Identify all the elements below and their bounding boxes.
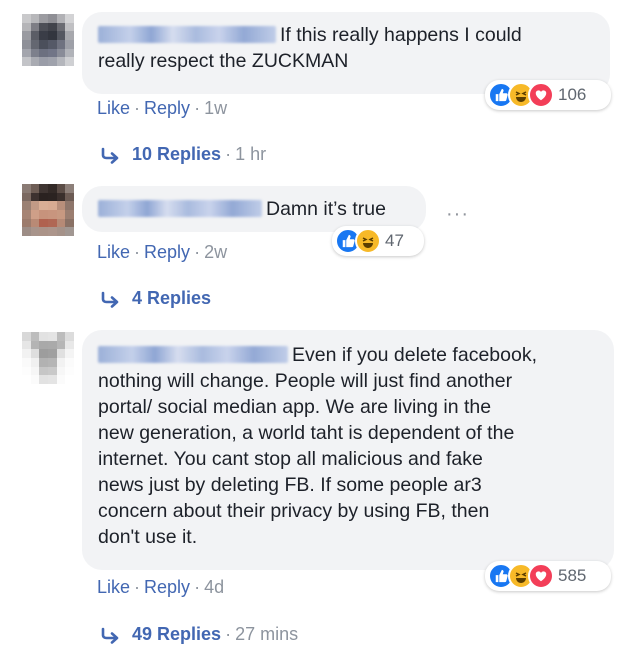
reply-link[interactable]: Reply <box>144 242 190 262</box>
like-link[interactable]: Like <box>97 577 130 597</box>
comment-actions: Like · Reply · 1w <box>97 98 227 119</box>
comment-bubble: Even if you delete facebook, nothing wil… <box>82 330 614 570</box>
comment-age[interactable]: 1w <box>204 98 227 118</box>
reply-arrow-icon <box>101 147 119 164</box>
reaction-count: 47 <box>385 231 404 250</box>
comment-text-line: new generation, a world taht is dependen… <box>98 422 515 444</box>
more-options-icon[interactable]: ··· <box>446 203 469 226</box>
comment-text-line: nothing will change. People will just fi… <box>98 370 513 392</box>
reply-arrow-icon <box>101 627 119 644</box>
separator: · <box>134 98 141 118</box>
comment-age[interactable]: 2w <box>204 242 227 262</box>
avatar[interactable] <box>22 14 74 66</box>
love-icon <box>528 563 554 589</box>
haha-icon <box>355 228 381 254</box>
comment-text-line: news just by deleting FB. If some people… <box>98 474 482 496</box>
separator: · <box>194 242 201 262</box>
like-link[interactable]: Like <box>97 98 130 118</box>
reaction-summary[interactable]: 47 <box>332 226 424 256</box>
comment-text: Damn it’s true <box>266 198 386 220</box>
separator: · <box>134 577 141 597</box>
separator: · <box>194 577 201 597</box>
avatar[interactable] <box>22 184 74 236</box>
replies-count[interactable]: 10 Replies <box>132 144 221 165</box>
avatar[interactable] <box>22 332 74 384</box>
author-name[interactable] <box>98 346 288 363</box>
comment-actions: Like · Reply · 2w <box>97 242 227 263</box>
like-link[interactable]: Like <box>97 242 130 262</box>
replies-time: 27 mins <box>235 624 299 644</box>
reply-link[interactable]: Reply <box>144 577 190 597</box>
separator: · <box>134 242 141 262</box>
replies-count[interactable]: 49 Replies <box>132 624 221 645</box>
comment-text-line: internet. You cant stop all malicious an… <box>98 448 483 470</box>
reaction-summary[interactable]: 106 <box>485 80 611 110</box>
view-replies-link[interactable]: 49 Replies · 27 mins <box>100 624 298 645</box>
reply-link[interactable]: Reply <box>144 98 190 118</box>
view-replies-link[interactable]: 4 Replies <box>100 288 211 309</box>
comment-actions: Like · Reply · 4d <box>97 577 224 598</box>
comment-text-line: don't use it. <box>98 526 198 548</box>
separator: · <box>194 98 201 118</box>
separator: · <box>225 624 232 644</box>
view-replies-link[interactable]: 10 Replies · 1 hr <box>100 144 266 165</box>
replies-time: 1 hr <box>235 144 267 164</box>
comment-text-line: concern about their privacy by using FB,… <box>98 500 490 522</box>
comment-text: If this really happens I could <box>98 22 594 48</box>
comment-age[interactable]: 4d <box>204 577 224 597</box>
replies-count[interactable]: 4 Replies <box>132 288 211 309</box>
love-icon <box>528 82 554 108</box>
reaction-count: 106 <box>558 85 587 104</box>
reply-arrow-icon <box>101 291 119 308</box>
comment-text-line: portal/ social median app. We are living… <box>98 396 492 418</box>
author-name[interactable] <box>98 26 276 43</box>
reaction-summary[interactable]: 585 <box>485 561 611 591</box>
reaction-count: 585 <box>558 566 587 585</box>
separator: · <box>225 144 232 164</box>
author-name[interactable] <box>98 200 262 217</box>
comment-text-line: really respect the ZUCKMAN <box>98 50 349 72</box>
comment-text: Even if you delete facebook, <box>98 342 598 368</box>
